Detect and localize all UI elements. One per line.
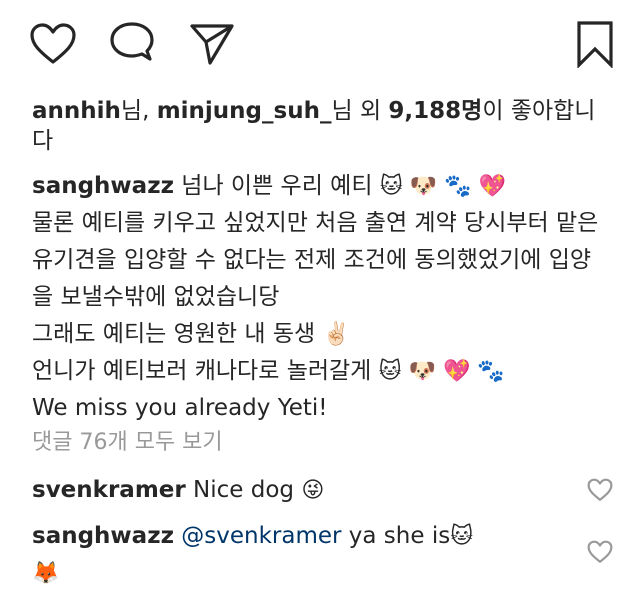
caption-line-3: 그래도 예티는 영원한 내 동생 xyxy=(32,321,316,347)
view-all-comments-link[interactable]: 댓글 76개 모두 보기 xyxy=(32,424,223,456)
comment-icon[interactable] xyxy=(108,21,156,67)
comment-mention[interactable]: @svenkramer xyxy=(181,523,341,549)
share-icon[interactable] xyxy=(188,22,236,66)
action-bar xyxy=(0,0,640,95)
likes-sep-2: 님 외 xyxy=(331,98,389,124)
bookmark-icon[interactable] xyxy=(575,20,615,68)
post-caption: sanghwazz 넘나 이쁜 우리 예티 🐱 🐶 🐾 💖 물론 예티를 키우고… xyxy=(32,168,612,427)
comment-username[interactable]: svenkramer xyxy=(32,477,186,503)
caption-line-1: 넘나 이쁜 우리 예티 xyxy=(173,173,380,199)
likes-sep-1: 님, xyxy=(120,98,157,124)
comment-item: sanghwazz @svenkramer ya she is🐱 🦊 xyxy=(32,518,582,592)
comment-text: ya she is xyxy=(341,523,451,549)
comment-username[interactable]: sanghwazz xyxy=(32,523,174,549)
liker-username[interactable]: annhih xyxy=(32,98,121,124)
caption-emoji-3: ✌🏻 xyxy=(322,322,350,347)
comment-like-heart-icon[interactable] xyxy=(587,540,613,568)
comment-text: Nice dog xyxy=(185,477,302,503)
caption-line-5: We miss you already Yeti! xyxy=(32,395,328,421)
caption-line-2: 물론 예티를 키우고 싶었지만 처음 출연 계약 당시부터 맡은 유기견을 입양… xyxy=(32,210,599,310)
comment-like-heart-icon[interactable] xyxy=(587,478,613,506)
caption-line-4: 언니가 예티보러 캐나다로 놀러갈게 xyxy=(32,358,379,384)
caption-emoji-1: 🐱 🐶 🐾 💖 xyxy=(379,174,506,199)
likes-count[interactable]: 9,188명 xyxy=(388,98,482,124)
caption-emoji-4: 🐱 🐶 💖 🐾 xyxy=(378,359,505,384)
comment-emoji-fox: 🦊 xyxy=(32,561,60,586)
liker-username[interactable]: minjung_suh_ xyxy=(157,98,332,124)
likes-summary: annhih님, minjung_suh_님 외 9,188명이 좋아합니다 xyxy=(32,96,612,156)
caption-username[interactable]: sanghwazz xyxy=(32,173,174,199)
comment-item: svenkramer Nice dog 😜 xyxy=(32,472,582,509)
comment-emoji: 😜 xyxy=(301,478,325,503)
comment-emoji: 🐱 xyxy=(450,524,474,549)
heart-icon[interactable] xyxy=(29,22,77,66)
